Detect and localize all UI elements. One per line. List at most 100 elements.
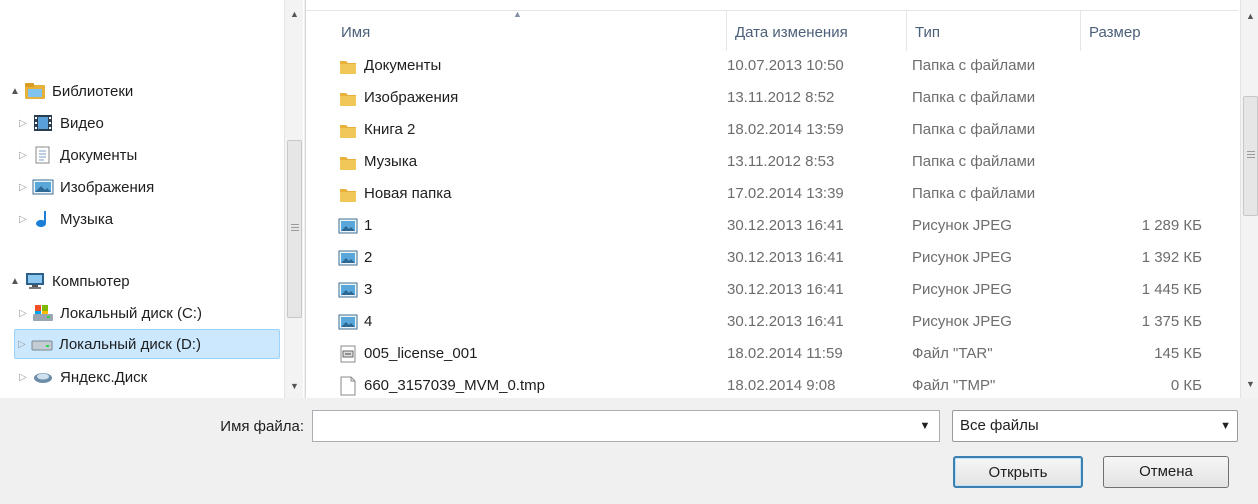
filename-label: Имя файла:	[220, 418, 304, 435]
file-type-filter-value: Все файлы	[960, 417, 1039, 434]
file-size	[1066, 114, 1202, 146]
nav-item-drive-d[interactable]: ▷ Локальный диск (D:)	[14, 329, 280, 359]
nav-item-libraries[interactable]: ▲ Библиотеки	[8, 76, 288, 106]
nav-scrollbar[interactable]: ▲ ▼	[284, 0, 303, 398]
file-size	[1066, 178, 1202, 210]
expand-arrow-icon[interactable]: ▷	[16, 308, 30, 319]
file-list-scrollbar[interactable]: ▲ ▼	[1240, 0, 1258, 398]
file-size	[1066, 82, 1202, 114]
file-size: 1 392 КБ	[1141, 249, 1202, 266]
expand-arrow-icon[interactable]: ▷	[16, 118, 30, 129]
file-row[interactable]: 3 30.12.2013 16:41 Рисунок JPEG 1 445 КБ	[306, 274, 1238, 306]
file-type: Папка с файлами	[912, 185, 1036, 202]
yandex-disk-icon	[32, 368, 54, 386]
file-list-pane: ▲ Имя Дата изменения Тип Размер Документ…	[305, 0, 1258, 398]
file-type-filter-select[interactable]: Все файлы ▼	[952, 410, 1238, 442]
scroll-down-arrow-icon[interactable]: ▼	[1241, 374, 1258, 394]
folder-icon	[338, 120, 358, 140]
file-type: Рисунок JPEG	[912, 313, 1012, 330]
nav-item-pictures[interactable]: ▷ Изображения	[16, 172, 296, 202]
file-date-modified: 18.02.2014 13:59	[727, 121, 844, 138]
file-date-modified: 18.02.2014 9:08	[727, 377, 836, 394]
file-row[interactable]: Документы 10.07.2013 10:50 Папка с файлами	[306, 50, 1238, 82]
expand-arrow-icon[interactable]: ▷	[16, 150, 30, 161]
file-name: Книга 2	[364, 121, 416, 138]
nav-item-label: Локальный диск (C:)	[60, 304, 202, 322]
expand-arrow-icon[interactable]: ▷	[16, 214, 30, 225]
collapse-arrow-icon[interactable]: ▲	[8, 86, 22, 97]
folder-icon	[338, 184, 358, 204]
file-type: Папка с файлами	[912, 121, 1036, 138]
column-header-size[interactable]: Размер	[1081, 11, 1238, 51]
drive-icon	[31, 335, 53, 353]
expand-arrow-icon[interactable]: ▷	[15, 339, 29, 350]
filename-history-dropdown-icon[interactable]: ▼	[912, 411, 938, 441]
file-row[interactable]: Новая папка 17.02.2014 13:39 Папка с файла…	[306, 178, 1238, 210]
file-size: 145 КБ	[1154, 345, 1202, 362]
grip-line	[1247, 157, 1255, 158]
file-date-modified: 13.11.2012 8:52	[727, 89, 835, 106]
file-date-modified: 13.11.2012 8:53	[727, 153, 835, 170]
grip-line	[291, 227, 299, 228]
nav-item-yandex-disk[interactable]: ▷ Яндекс.Диск	[16, 362, 296, 392]
file-row[interactable]: Книга 2 18.02.2014 13:59 Папка с файлами	[306, 114, 1238, 146]
collapse-arrow-icon[interactable]: ▲	[8, 276, 22, 287]
file-name: 660_3157039_MVM_0.tmp	[364, 377, 545, 394]
open-button[interactable]: Открыть	[953, 456, 1083, 488]
filename-input[interactable]	[312, 410, 940, 442]
nav-item-video[interactable]: ▷ Видео	[16, 108, 296, 138]
computer-icon	[24, 272, 46, 290]
file-row[interactable]: 1 30.12.2013 16:41 Рисунок JPEG 1 289 КБ	[306, 210, 1238, 242]
column-header-row: ▲ Имя Дата изменения Тип Размер	[306, 9, 1238, 51]
file-name: Документы	[364, 57, 442, 74]
navigation-pane: ▲ Библиотеки ▷ Видео ▷ Документы ▷ Изобр…	[0, 0, 304, 398]
grip-line	[291, 224, 299, 225]
archive-file-icon	[338, 344, 358, 364]
file-type: Папка с файлами	[912, 153, 1036, 170]
image-file-icon	[338, 312, 358, 332]
pictures-icon	[32, 178, 54, 196]
scroll-up-arrow-icon[interactable]: ▲	[1241, 6, 1258, 26]
column-header-type[interactable]: Тип	[907, 11, 1081, 51]
file-row[interactable]: 660_3157039_MVM_0.tmp 18.02.2014 9:08 Файл…	[306, 370, 1238, 398]
nav-item-label: Компьютер	[52, 272, 130, 290]
file-row[interactable]: Музыка 13.11.2012 8:53 Папка с файлами	[306, 146, 1238, 178]
file-row[interactable]: Изображения 13.11.2012 8:52 Папка с файлам…	[306, 82, 1238, 114]
file-type: Рисунок JPEG	[912, 217, 1012, 234]
file-row[interactable]: 005_license_001 18.02.2014 11:59 Файл "TAR…	[306, 338, 1238, 370]
file-size	[1066, 50, 1202, 82]
file-type: Папка с файлами	[912, 89, 1036, 106]
system-drive-icon	[32, 304, 54, 322]
file-date-modified: 30.12.2013 16:41	[727, 217, 844, 234]
column-header-name[interactable]: Имя	[333, 11, 727, 51]
file-name: Новая папка	[364, 185, 452, 202]
grip-line	[1247, 154, 1255, 155]
expand-arrow-icon[interactable]: ▷	[16, 372, 30, 383]
cancel-button[interactable]: Отмена	[1103, 456, 1229, 488]
nav-item-music[interactable]: ▷ Музыка	[16, 204, 296, 234]
folder-icon	[338, 56, 358, 76]
scroll-up-arrow-icon[interactable]: ▲	[285, 4, 304, 24]
expand-arrow-icon[interactable]: ▷	[16, 182, 30, 193]
file-row[interactable]: 4 30.12.2013 16:41 Рисунок JPEG 1 375 КБ	[306, 306, 1238, 338]
nav-item-documents[interactable]: ▷ Документы	[16, 140, 296, 170]
file-name: 4	[364, 313, 373, 330]
scroll-thumb[interactable]	[1243, 96, 1258, 216]
nav-item-computer[interactable]: ▲ Компьютер	[8, 266, 288, 296]
folder-icon	[338, 88, 358, 108]
column-header-date[interactable]: Дата изменения	[727, 11, 907, 51]
grip-line	[291, 230, 299, 231]
file-date-modified: 10.07.2013 10:50	[727, 57, 844, 74]
file-type: Файл "TAR"	[912, 345, 993, 362]
file-name: Изображения	[364, 89, 459, 106]
scroll-thumb[interactable]	[287, 140, 302, 318]
scroll-down-arrow-icon[interactable]: ▼	[285, 376, 304, 396]
file-size: 1 445 КБ	[1141, 281, 1202, 298]
nav-item-drive-c[interactable]: ▷ Локальный диск (C:)	[16, 298, 296, 328]
file-row[interactable]: 2 30.12.2013 16:41 Рисунок JPEG 1 392 КБ	[306, 242, 1238, 274]
file-type: Рисунок JPEG	[912, 249, 1012, 266]
file-size: 1 289 КБ	[1141, 217, 1202, 234]
file-name: 3	[364, 281, 373, 298]
image-file-icon	[338, 280, 358, 300]
file-type: Рисунок JPEG	[912, 281, 1012, 298]
